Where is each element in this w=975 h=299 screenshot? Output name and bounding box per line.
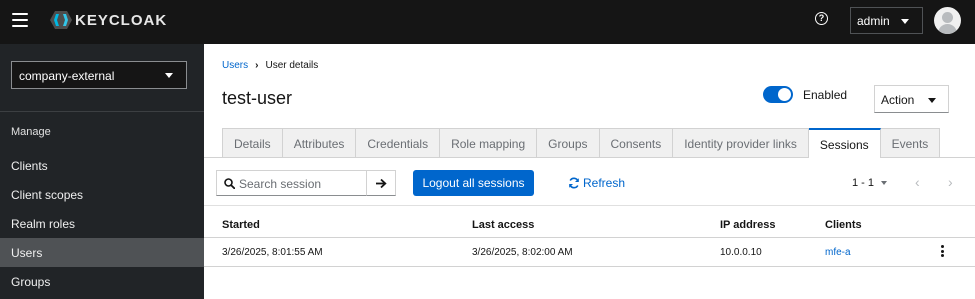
- masthead: KEYCLOAK ? admin: [0, 0, 975, 44]
- sidebar-item-realm-roles[interactable]: Realm roles: [0, 209, 204, 238]
- sync-icon: [569, 177, 579, 189]
- search-session-box: [216, 170, 367, 196]
- refresh-label: Refresh: [583, 176, 626, 190]
- column-header-last-access: Last access: [472, 219, 535, 231]
- tab-attributes[interactable]: Attributes: [282, 128, 357, 158]
- refresh-button[interactable]: Refresh: [568, 176, 625, 190]
- sidebar-item-users[interactable]: Users: [0, 238, 204, 267]
- avatar[interactable]: [934, 7, 961, 34]
- search-session-input[interactable]: [239, 175, 364, 192]
- search-icon: [224, 178, 235, 189]
- pagination-toggle[interactable]: 1 - 1: [852, 177, 874, 189]
- cell-last-access: 3/26/2025, 8:02:00 AM: [472, 247, 573, 258]
- next-page-icon[interactable]: ›: [948, 174, 953, 190]
- realm-name: company-external: [19, 69, 115, 83]
- row-actions-kebab-icon[interactable]: [939, 245, 945, 259]
- breadcrumb-users-link[interactable]: Users: [222, 60, 248, 71]
- caret-down-icon[interactable]: [881, 181, 887, 185]
- sidebar-section-manage: Manage: [11, 126, 51, 138]
- table-header-border: [204, 237, 975, 238]
- page-title: test-user: [222, 88, 293, 108]
- breadcrumb: Users › User details: [222, 60, 318, 71]
- cell-client-link[interactable]: mfe-a: [825, 247, 851, 258]
- avatar-body: [938, 24, 957, 34]
- sidebar-item-groups[interactable]: Groups: [0, 267, 204, 296]
- previous-page-icon[interactable]: ‹: [915, 174, 920, 190]
- tab-identity-provider-links[interactable]: Identity provider links: [673, 128, 809, 158]
- tab-consents[interactable]: Consents: [599, 128, 674, 158]
- logout-all-sessions-button[interactable]: Logout all sessions: [413, 170, 534, 196]
- sidebar-divider: [0, 111, 204, 112]
- help-icon[interactable]: ?: [815, 12, 828, 25]
- arrow-right-icon: [376, 178, 387, 189]
- logo-text: KEYCLOAK: [75, 11, 168, 29]
- cell-started: 3/26/2025, 8:01:55 AM: [222, 247, 323, 258]
- chevron-down-icon: [901, 19, 909, 24]
- user-menu-dropdown[interactable]: admin: [850, 7, 923, 34]
- sidebar-item-client-scopes[interactable]: Client scopes: [0, 180, 204, 209]
- search-submit-button[interactable]: [367, 170, 396, 196]
- keycloak-logo[interactable]: KEYCLOAK: [50, 10, 167, 30]
- toggle-knob: [778, 88, 791, 101]
- user-menu-label: admin: [857, 14, 890, 28]
- realm-selector[interactable]: company-external: [11, 61, 187, 89]
- sidebar: company-external Manage Clients Client s…: [0, 44, 204, 299]
- breadcrumb-current: User details: [265, 60, 319, 71]
- chevron-right-icon: ›: [255, 60, 259, 71]
- tab-credentials[interactable]: Credentials: [356, 128, 441, 158]
- cell-ip-address: 10.0.0.10: [720, 247, 762, 258]
- menu-toggle-icon[interactable]: [12, 13, 28, 27]
- table-top-border: [204, 205, 975, 206]
- tab-sessions[interactable]: Sessions: [808, 128, 881, 158]
- column-header-ip-address: IP address: [720, 219, 776, 231]
- sidebar-item-clients[interactable]: Clients: [0, 151, 204, 180]
- avatar-head: [942, 12, 953, 23]
- tab-role-mapping[interactable]: Role mapping: [440, 128, 538, 158]
- action-dropdown[interactable]: Action: [874, 85, 949, 113]
- column-header-started: Started: [222, 219, 260, 231]
- chevron-down-icon: [165, 73, 173, 78]
- action-label: Action: [881, 93, 915, 107]
- table-row-border: [204, 266, 975, 267]
- tab-events[interactable]: Events: [880, 128, 941, 158]
- column-header-clients: Clients: [825, 219, 862, 231]
- tab-details[interactable]: Details: [222, 128, 283, 158]
- enabled-label: Enabled: [803, 88, 848, 102]
- keycloak-logo-icon: [50, 11, 72, 29]
- user-tabs: Details Attributes Credentials Role mapp…: [222, 128, 941, 158]
- tab-groups[interactable]: Groups: [537, 128, 600, 158]
- chevron-down-icon: [928, 98, 936, 103]
- enabled-toggle[interactable]: [763, 86, 793, 103]
